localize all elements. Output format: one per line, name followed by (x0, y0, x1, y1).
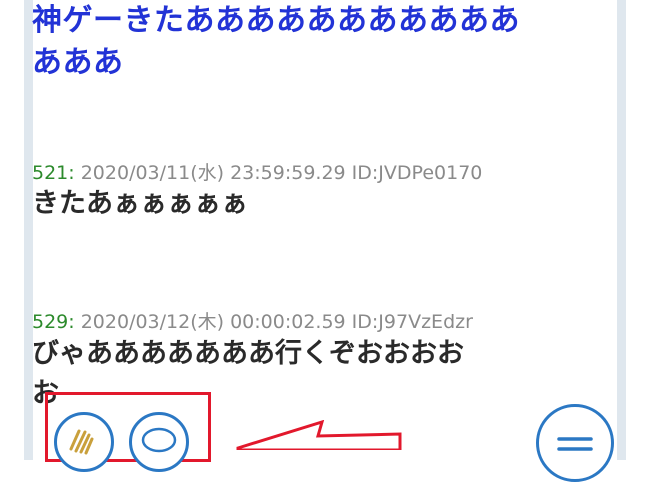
thread-headline: 神ゲーきたあああああああああああ あああ (32, 0, 592, 84)
post-meta-text: 2020/03/12(木) 00:00:02.59 ID:J97VzEdzr (74, 311, 473, 333)
headline-line-2: あああ (32, 45, 124, 80)
post-body-line: きたあぁぁぁぁぁ (32, 188, 248, 219)
comment-button[interactable] (129, 412, 189, 472)
post-body: きたあぁぁぁぁぁ (32, 184, 592, 224)
headline-line-1: 神ゲーきたあああああああああああ (32, 3, 520, 38)
menu-button[interactable] (536, 404, 614, 482)
post-meta: 529: 2020/03/12(木) 00:00:02.59 ID:J97VzE… (32, 307, 473, 334)
speech-bubble-icon (141, 427, 177, 453)
post-number-link[interactable]: 521: (32, 162, 75, 184)
post-body-line: びゃあああああああ行くぞおおおお (32, 338, 464, 369)
annotation-arrow (236, 420, 402, 450)
post-meta: 521: 2020/03/11(水) 23:59:59.29 ID:JVDPe0… (32, 158, 482, 185)
post-meta-text: 2020/03/11(水) 23:59:59.29 ID:JVDPe0170 (74, 162, 483, 184)
post-number-link[interactable]: 529: (32, 311, 75, 333)
hamburger-menu-icon (557, 437, 593, 451)
clap-button[interactable] (54, 412, 114, 472)
clap-icon (69, 429, 94, 455)
